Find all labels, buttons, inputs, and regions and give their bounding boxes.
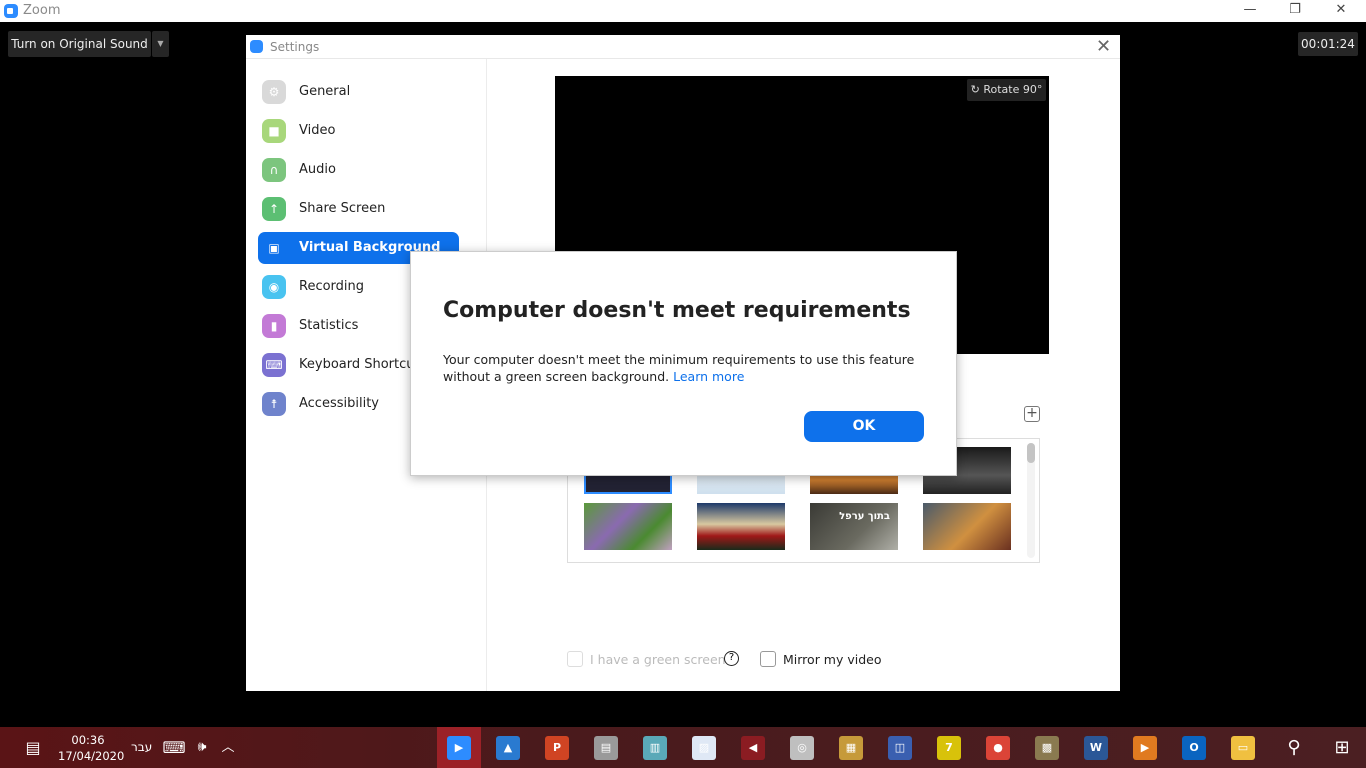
map-app-icon[interactable]: ▦ bbox=[839, 736, 863, 760]
original-sound-button[interactable]: Turn on Original Sound bbox=[8, 31, 151, 57]
scanner-app-icon[interactable]: ▤ bbox=[594, 736, 618, 760]
close-button[interactable]: ✕ bbox=[1326, 2, 1356, 17]
search-icon[interactable]: ⚲ bbox=[1270, 727, 1318, 768]
background-thumbnail[interactable] bbox=[584, 503, 672, 550]
bar-chart-icon: ▮ bbox=[262, 314, 286, 338]
explorer-app-icon[interactable]: ▭ bbox=[1231, 736, 1255, 760]
sidebar-item-label: Statistics bbox=[299, 318, 359, 333]
background-thumbnail[interactable] bbox=[923, 503, 1011, 550]
taskbar: ▤ 00:36 17/04/2020 עבר ⌨ 🕪 ︿ ▶ ▲ P ▤ ▥ ▨ ◀ ◎ ▦ ◫ 7 ●… bbox=[0, 727, 1366, 768]
sidebar-item-audio[interactable]: ∩ Audio bbox=[258, 154, 459, 186]
book-app-icon[interactable]: ▥ bbox=[643, 736, 667, 760]
zoom-logo-icon bbox=[4, 4, 18, 18]
stamp-app-icon[interactable]: ▩ bbox=[1035, 736, 1059, 760]
share-screen-icon: ↑ bbox=[262, 197, 286, 221]
file-app-icon[interactable]: ▨ bbox=[692, 736, 716, 760]
minimize-button[interactable]: — bbox=[1235, 2, 1265, 17]
dialog-title: Computer doesn't meet requirements bbox=[443, 298, 911, 323]
green-screen-label: I have a green screen bbox=[590, 652, 726, 667]
background-thumbnail[interactable]: בתוך ערפל bbox=[810, 503, 898, 550]
reader-app-icon[interactable]: ◫ bbox=[888, 736, 912, 760]
video-camera-icon: ■ bbox=[262, 119, 286, 143]
zoom-app-icon[interactable]: ▶ bbox=[447, 736, 471, 760]
sidebar-item-video[interactable]: ■ Video bbox=[258, 115, 459, 147]
notification-icon[interactable]: ▤ bbox=[9, 727, 57, 768]
learn-more-link[interactable]: Learn more bbox=[673, 369, 744, 384]
camera-app-icon[interactable]: ◎ bbox=[790, 736, 814, 760]
headphones-icon: ∩ bbox=[262, 158, 286, 182]
gallery-scrollbar[interactable] bbox=[1027, 443, 1035, 558]
powerpoint-app-icon[interactable]: P bbox=[545, 736, 569, 760]
photos-app-icon[interactable]: ▲ bbox=[496, 736, 520, 760]
cubase-app-icon[interactable]: ◀ bbox=[741, 736, 765, 760]
accessibility-icon: ☨ bbox=[262, 392, 286, 416]
record-icon: ◉ bbox=[262, 275, 286, 299]
sidebar-item-label: Audio bbox=[299, 162, 336, 177]
person-icon: ▣ bbox=[262, 236, 286, 260]
windows-start-icon[interactable]: ⊞ bbox=[1318, 727, 1366, 768]
close-icon[interactable]: ✕ bbox=[1096, 36, 1111, 57]
green-screen-checkbox[interactable] bbox=[567, 651, 583, 667]
mirror-video-label: Mirror my video bbox=[783, 652, 882, 667]
sidebar-item-label: General bbox=[299, 84, 351, 99]
background-thumbnail[interactable] bbox=[697, 503, 785, 550]
help-icon[interactable]: ? bbox=[724, 651, 739, 666]
settings-title-bar: Settings ✕ bbox=[246, 35, 1120, 59]
gear-icon: ⚙ bbox=[262, 80, 286, 104]
add-background-button[interactable]: + bbox=[1024, 406, 1040, 422]
sidebar-item-general[interactable]: ⚙ General bbox=[258, 76, 459, 108]
chrome-app-icon[interactable]: ● bbox=[986, 736, 1010, 760]
outlook-app-icon[interactable]: O bbox=[1182, 736, 1206, 760]
sidebar-item-label: Share Screen bbox=[299, 201, 386, 216]
requirements-dialog: Computer doesn't meet requirements Your … bbox=[410, 251, 957, 476]
sidebar-item-share-screen[interactable]: ↑ Share Screen bbox=[258, 193, 459, 225]
7zip-app-icon[interactable]: 7 bbox=[937, 736, 961, 760]
zoom-logo-icon bbox=[250, 40, 263, 53]
ok-button[interactable]: OK bbox=[804, 411, 924, 442]
sidebar-item-label: Accessibility bbox=[299, 396, 379, 411]
word-app-icon[interactable]: W bbox=[1084, 736, 1108, 760]
meeting-timer: 00:01:24 bbox=[1298, 32, 1358, 56]
rotate-icon: ↻ bbox=[970, 83, 984, 96]
scrollbar-thumb[interactable] bbox=[1027, 443, 1035, 463]
dialog-message: Your computer doesn't meet the minimum r… bbox=[443, 352, 915, 384]
mirror-video-checkbox[interactable] bbox=[760, 651, 776, 667]
settings-title: Settings bbox=[270, 40, 320, 54]
restore-button[interactable]: ❐ bbox=[1280, 2, 1310, 17]
sidebar-item-label: Keyboard Shortcuts bbox=[299, 357, 427, 372]
player-app-icon[interactable]: ▶ bbox=[1133, 736, 1157, 760]
sidebar-item-label: Video bbox=[299, 123, 336, 138]
rotate-button[interactable]: ↻ Rotate 90° bbox=[967, 79, 1046, 101]
sidebar-item-label: Recording bbox=[299, 279, 365, 294]
keyboard-icon: ⌨ bbox=[262, 353, 286, 377]
chevron-up-icon[interactable]: ︿ bbox=[204, 727, 252, 768]
clock[interactable]: 00:36 17/04/2020 bbox=[58, 732, 124, 764]
chevron-down-icon[interactable]: ▼ bbox=[152, 31, 169, 57]
app-title-bar: Zoom — ❐ ✕ bbox=[0, 0, 1366, 22]
app-title: Zoom bbox=[23, 3, 61, 18]
